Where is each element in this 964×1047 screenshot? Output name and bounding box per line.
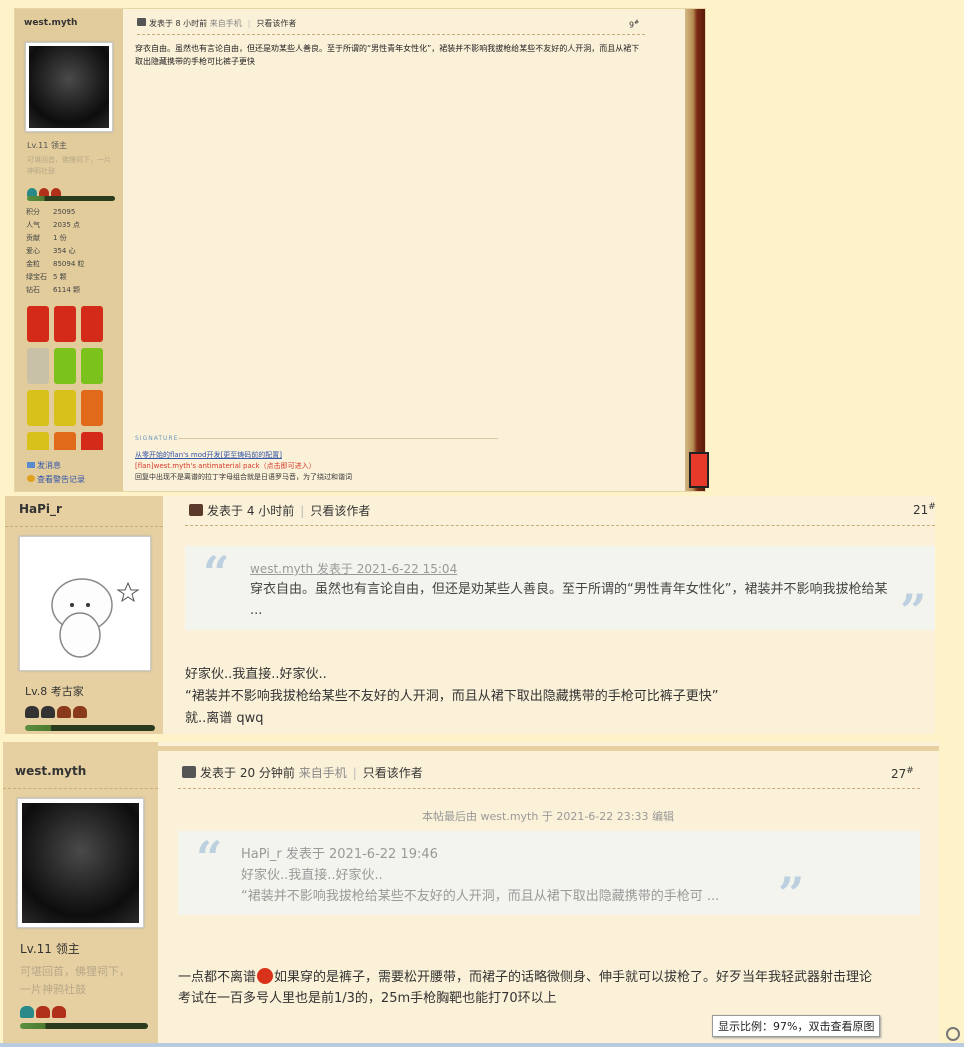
medal-icon[interactable] xyxy=(27,306,49,342)
post-meta: 发表于 20 分钟前 来自手机 | 只看该作者 xyxy=(182,764,423,781)
user-icon xyxy=(137,18,146,26)
author-sidebar: west.myth Lv.11 领主 可堪回首，佛狸祠下，一片神鸦社鼓 积分 25… xyxy=(15,9,123,491)
close-quote-icon: ” xyxy=(900,584,927,638)
floating-badge[interactable] xyxy=(689,452,709,488)
floor-number[interactable]: 9# xyxy=(629,19,639,30)
author-name[interactable]: west.myth xyxy=(15,764,86,778)
edit-note: 本帖最后由 west.myth 于 2021-6-22 23:33 编辑 xyxy=(422,810,674,823)
warning-log-link[interactable]: 查看警告记录 xyxy=(27,474,85,485)
medal-icon[interactable] xyxy=(27,390,49,426)
level-progress-bar xyxy=(20,1023,148,1029)
quote-source: HaPi_r 发表于 2021-6-22 19:46 xyxy=(241,847,438,862)
medal-icon[interactable] xyxy=(81,348,103,384)
medal-icon[interactable] xyxy=(27,432,49,450)
medal-icon[interactable] xyxy=(54,348,76,384)
zoom-in-icon[interactable] xyxy=(946,1027,960,1041)
rank-helmets xyxy=(20,1003,68,1022)
quote-block: “ west.myth 发表于 2021-6-22 15:04 穿衣自由。虽然也… xyxy=(185,546,935,638)
warning-icon xyxy=(27,475,35,482)
user-title: 可堪回首，佛狸祠下，一片神鸦社鼓 xyxy=(27,156,111,175)
post-21: HaPi_r Lv.8 考古家 发表于 4 小时前 | 只看该作者 21# “ we… xyxy=(5,496,936,734)
quote-line-1: 好家伙..我直接..好家伙.. xyxy=(241,868,383,883)
quote-line-2: “裙装并不影响我拔枪给某些不友好的人开洞，而且从裙下取出隐藏携带的手枪可 ... xyxy=(241,889,720,904)
envelope-icon xyxy=(27,462,35,468)
rank-helmets xyxy=(25,703,89,722)
medal-icon[interactable] xyxy=(81,306,103,342)
avatar[interactable] xyxy=(25,42,113,132)
signature-link-2[interactable]: [flan]west.myth's antimaterial pack（点击即可… xyxy=(135,461,316,471)
angry-face-icon xyxy=(257,968,274,984)
right-border-decoration xyxy=(685,9,705,491)
post-body: 好家伙..我直接..好家伙.. “裙装并不影响我拔枪给某些不友好的人开洞，而且从… xyxy=(185,667,719,726)
post-9: west.myth Lv.11 领主 可堪回首，佛狸祠下，一片神鸦社鼓 积分 25… xyxy=(14,8,709,492)
medal-icon[interactable] xyxy=(81,390,103,426)
medal-icon[interactable] xyxy=(54,306,76,342)
post-content: 发表于 20 分钟前 来自手机 | 只看该作者 27# 本帖最后由 west.myt… xyxy=(158,742,939,1047)
avatar[interactable] xyxy=(19,536,151,671)
user-icon xyxy=(189,504,203,516)
level-progress-bar xyxy=(25,725,155,731)
user-icon xyxy=(182,766,196,778)
author-name[interactable]: west.myth xyxy=(24,18,77,28)
scrollbar-edge xyxy=(0,1043,964,1047)
send-message-link[interactable]: 发消息 xyxy=(27,460,61,471)
signature-text: 回复中出现不是离谱的拉丁字母组合就是日语罗马音，为了绕过和谐词 xyxy=(135,473,352,481)
close-quote-icon: ” xyxy=(778,867,805,921)
open-quote-icon: “ xyxy=(203,546,230,600)
zoom-hint-tooltip: 显示比例：97%，双击查看原图 xyxy=(712,1015,881,1037)
medal-icon[interactable] xyxy=(54,432,76,450)
post-meta: 发表于 4 小时前 | 只看该作者 xyxy=(189,502,370,519)
quote-source-link[interactable]: west.myth 发表于 2021-6-22 15:04 xyxy=(250,560,457,577)
only-author-link[interactable]: 只看该作者 xyxy=(310,504,370,518)
level-progress-bar xyxy=(27,196,115,201)
user-level: Lv.8 考古家 xyxy=(25,685,84,698)
avatar[interactable] xyxy=(17,798,144,928)
floor-number[interactable]: 21# xyxy=(913,502,936,517)
post-meta: 发表于 8 小时前 来自手机 | 只看该作者 xyxy=(137,18,296,29)
post-body: 一点都不离谱 如果穿的是裤子，需要松开腰带，而裙子的话略微侧身、伸手就可以拔枪了。… xyxy=(178,968,873,1006)
floor-number[interactable]: 27# xyxy=(891,766,914,781)
author-sidebar: west.myth Lv.11 领主 可堪回首，佛狸祠下， 一片神鸦社鼓 xyxy=(3,742,158,1047)
medal-icon[interactable] xyxy=(81,432,103,450)
only-author-link[interactable]: 只看该作者 xyxy=(256,19,296,28)
post-content: 发表于 8 小时前 来自手机 | 只看该作者 9# 穿衣自由。虽然也有言论自由，但还… xyxy=(123,9,689,491)
user-stats: 积分 25095 人气 2035 点 贡献 1 份 爱心 354 心 金粒 85094 粒… xyxy=(26,208,85,294)
medal-grid xyxy=(27,306,117,450)
user-level: Lv.11 领主 xyxy=(20,942,80,956)
quote-block: “ HaPi_r 发表于 2021-6-22 19:46 好家伙..我直接..好… xyxy=(178,831,920,921)
post-body: 穿衣自由。虽然也有言论自由，但还是劝某些人善良。至于所谓的“男性青年女性化”，裙… xyxy=(135,44,640,66)
open-quote-icon: “ xyxy=(196,831,223,885)
only-author-link[interactable]: 只看该作者 xyxy=(363,766,423,780)
medal-icon[interactable] xyxy=(54,390,76,426)
author-name[interactable]: HaPi_r xyxy=(19,502,62,516)
signature-link-1[interactable]: 从零开始的flan's mod开发[更至铸码前的配置] xyxy=(135,450,282,460)
author-sidebar: HaPi_r Lv.8 考古家 xyxy=(5,496,163,734)
post-content: 发表于 4 小时前 | 只看该作者 21# “ west.myth 发表于 2021… xyxy=(163,496,936,734)
user-title: 可堪回首，佛狸祠下， 一片神鸦社鼓 xyxy=(20,965,130,996)
medal-icon[interactable] xyxy=(27,348,49,384)
quote-text: 穿衣自由。虽然也有言论自由，但还是劝某些人善良。至于所谓的“男性青年女性化”，裙… xyxy=(250,582,888,618)
user-level: Lv.11 领主 xyxy=(27,141,67,150)
post-27: west.myth Lv.11 领主 可堪回首，佛狸祠下， 一片神鸦社鼓 发表于… xyxy=(3,742,939,1047)
signature-label: SIGNATURE xyxy=(135,435,179,442)
